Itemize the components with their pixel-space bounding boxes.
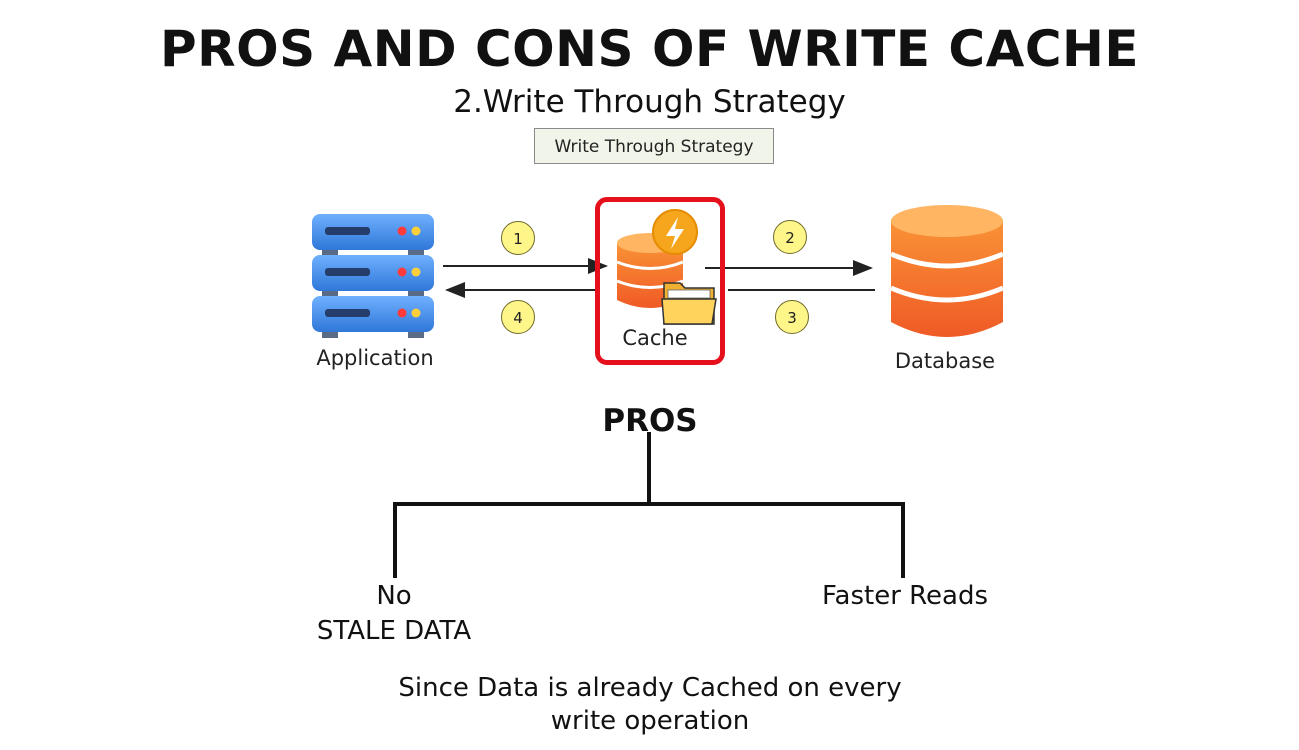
write-through-diagram — [312, 205, 1004, 578]
pros-no-stale-data-line2: STALE DATA — [316, 616, 472, 646]
step-3-badge: 3 — [775, 300, 809, 334]
application-label: Application — [316, 346, 434, 370]
pros-no-stale-data-line1: No — [376, 581, 412, 611]
database-label: Database — [894, 349, 996, 373]
database-icon — [890, 205, 1004, 337]
cache-label: Cache — [622, 326, 688, 350]
pros-note-line2: write operation — [550, 706, 750, 736]
application-server-icon — [312, 214, 434, 338]
pros-heading: PROS — [602, 403, 698, 439]
step-4-badge: 4 — [501, 300, 535, 334]
pros-faster-reads: Faster Reads — [821, 581, 989, 611]
step-2-badge: 2 — [773, 220, 807, 254]
pros-tree-connector — [393, 432, 905, 578]
pros-note-line1: Since Data is already Cached on every — [398, 673, 902, 703]
step-1-badge: 1 — [501, 221, 535, 255]
